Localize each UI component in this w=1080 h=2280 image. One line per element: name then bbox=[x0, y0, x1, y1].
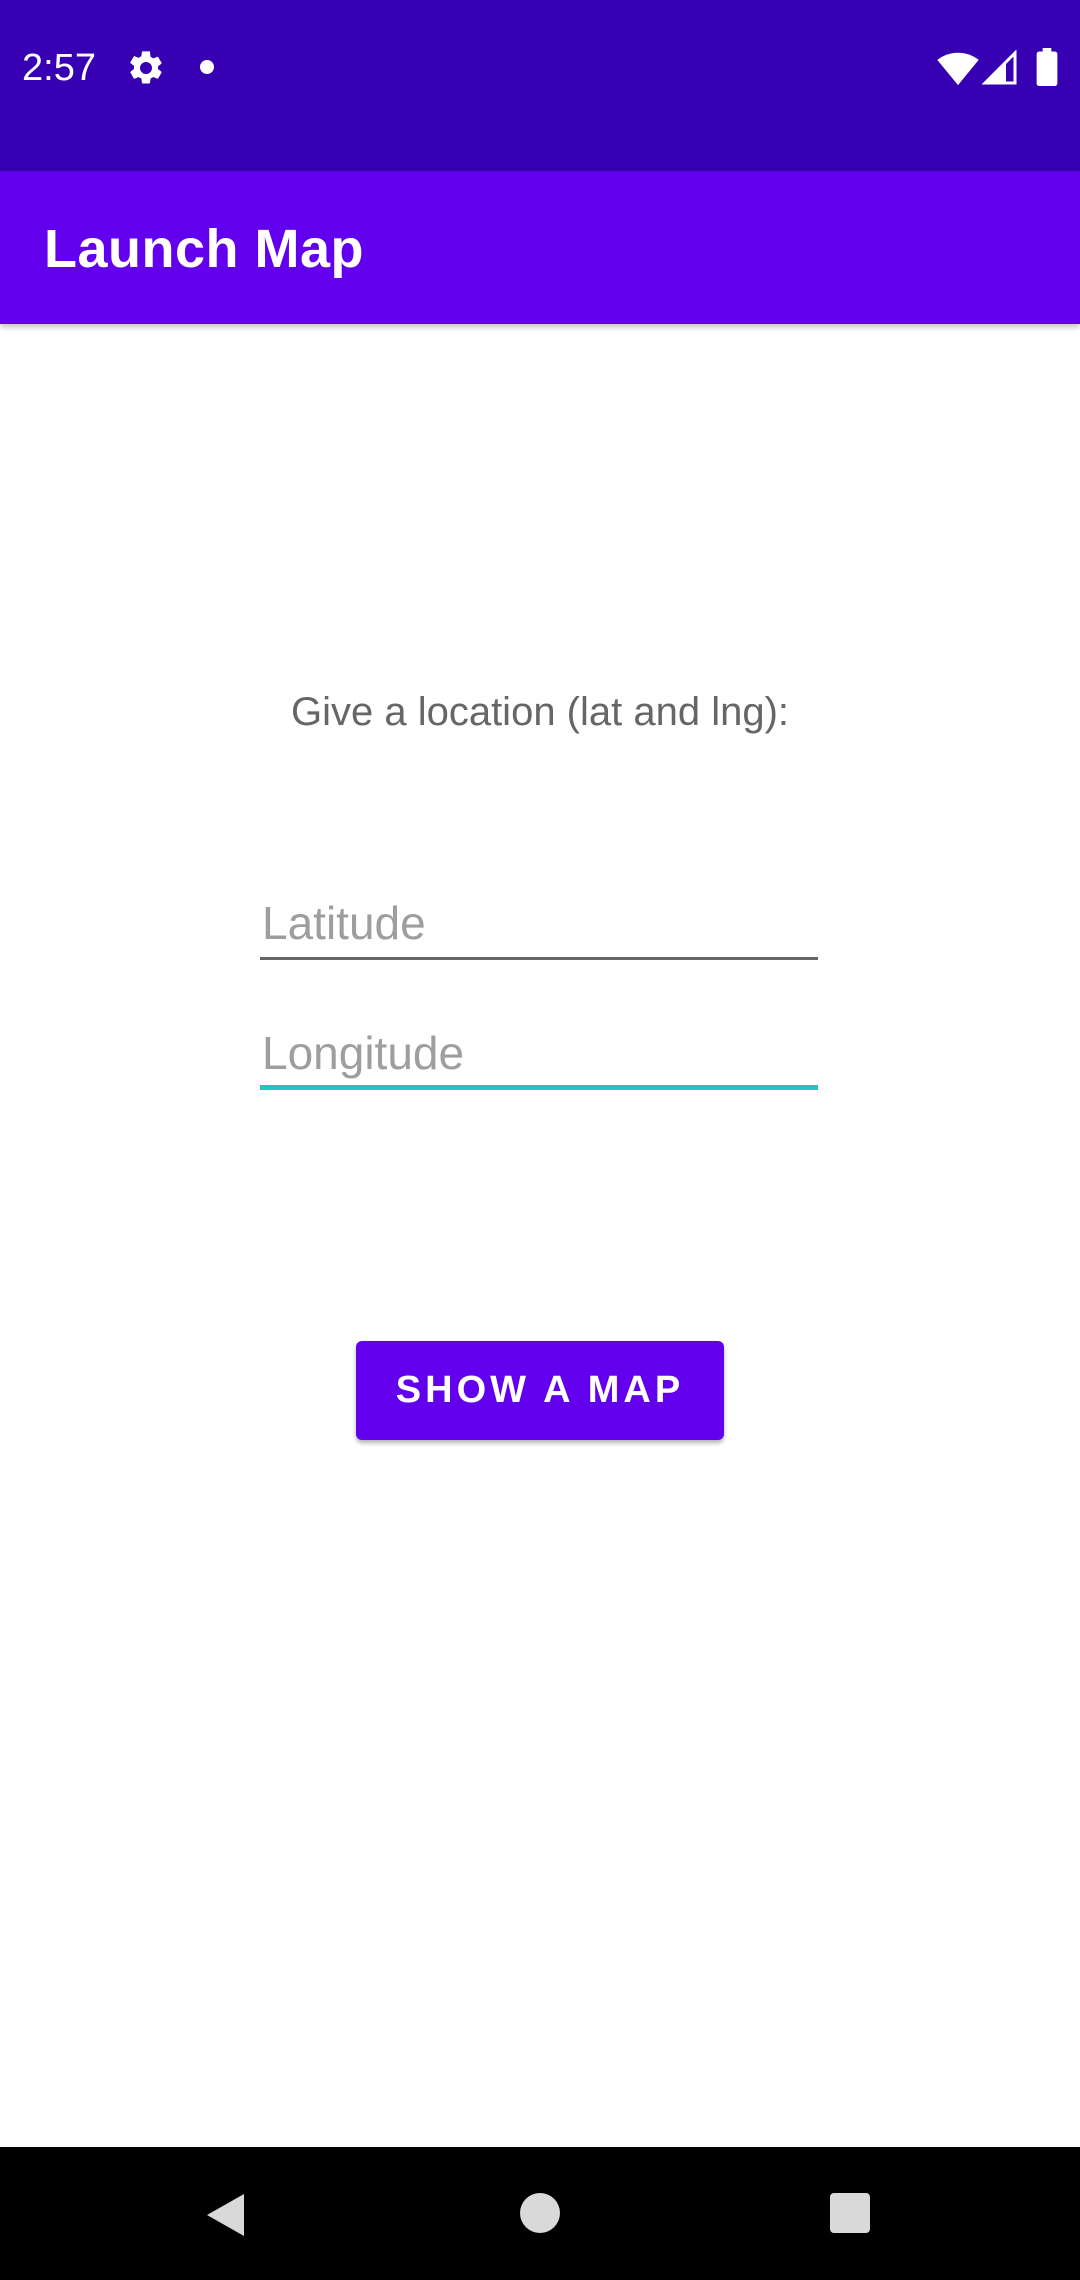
gear-icon bbox=[130, 51, 162, 84]
status-time: 2:57 bbox=[22, 47, 96, 89]
app-title: Launch Map bbox=[44, 219, 365, 279]
longitude-underline bbox=[260, 1085, 818, 1090]
latitude-field[interactable] bbox=[260, 886, 818, 960]
signal-icon bbox=[982, 50, 1017, 85]
latitude-input[interactable] bbox=[260, 886, 818, 960]
notification-dot-icon bbox=[200, 60, 214, 74]
latitude-underline bbox=[260, 957, 818, 960]
app-bar: Launch Map bbox=[0, 171, 1080, 324]
home-icon[interactable] bbox=[520, 2193, 560, 2233]
location-prompt: Give a location (lat and lng): bbox=[290, 690, 790, 734]
navigation-bar bbox=[0, 2147, 1080, 2280]
longitude-field[interactable] bbox=[260, 1016, 818, 1090]
recents-icon[interactable] bbox=[830, 2193, 870, 2233]
show-map-button[interactable]: SHOW A MAP bbox=[356, 1341, 724, 1440]
screen: 2:57 Launch Map Give a location (lat and… bbox=[0, 0, 1080, 2280]
longitude-input[interactable] bbox=[260, 1016, 818, 1090]
back-icon[interactable] bbox=[204, 2191, 248, 2239]
status-bar: 2:57 bbox=[0, 0, 1080, 171]
battery-icon bbox=[1036, 48, 1058, 86]
wifi-icon bbox=[937, 52, 979, 86]
